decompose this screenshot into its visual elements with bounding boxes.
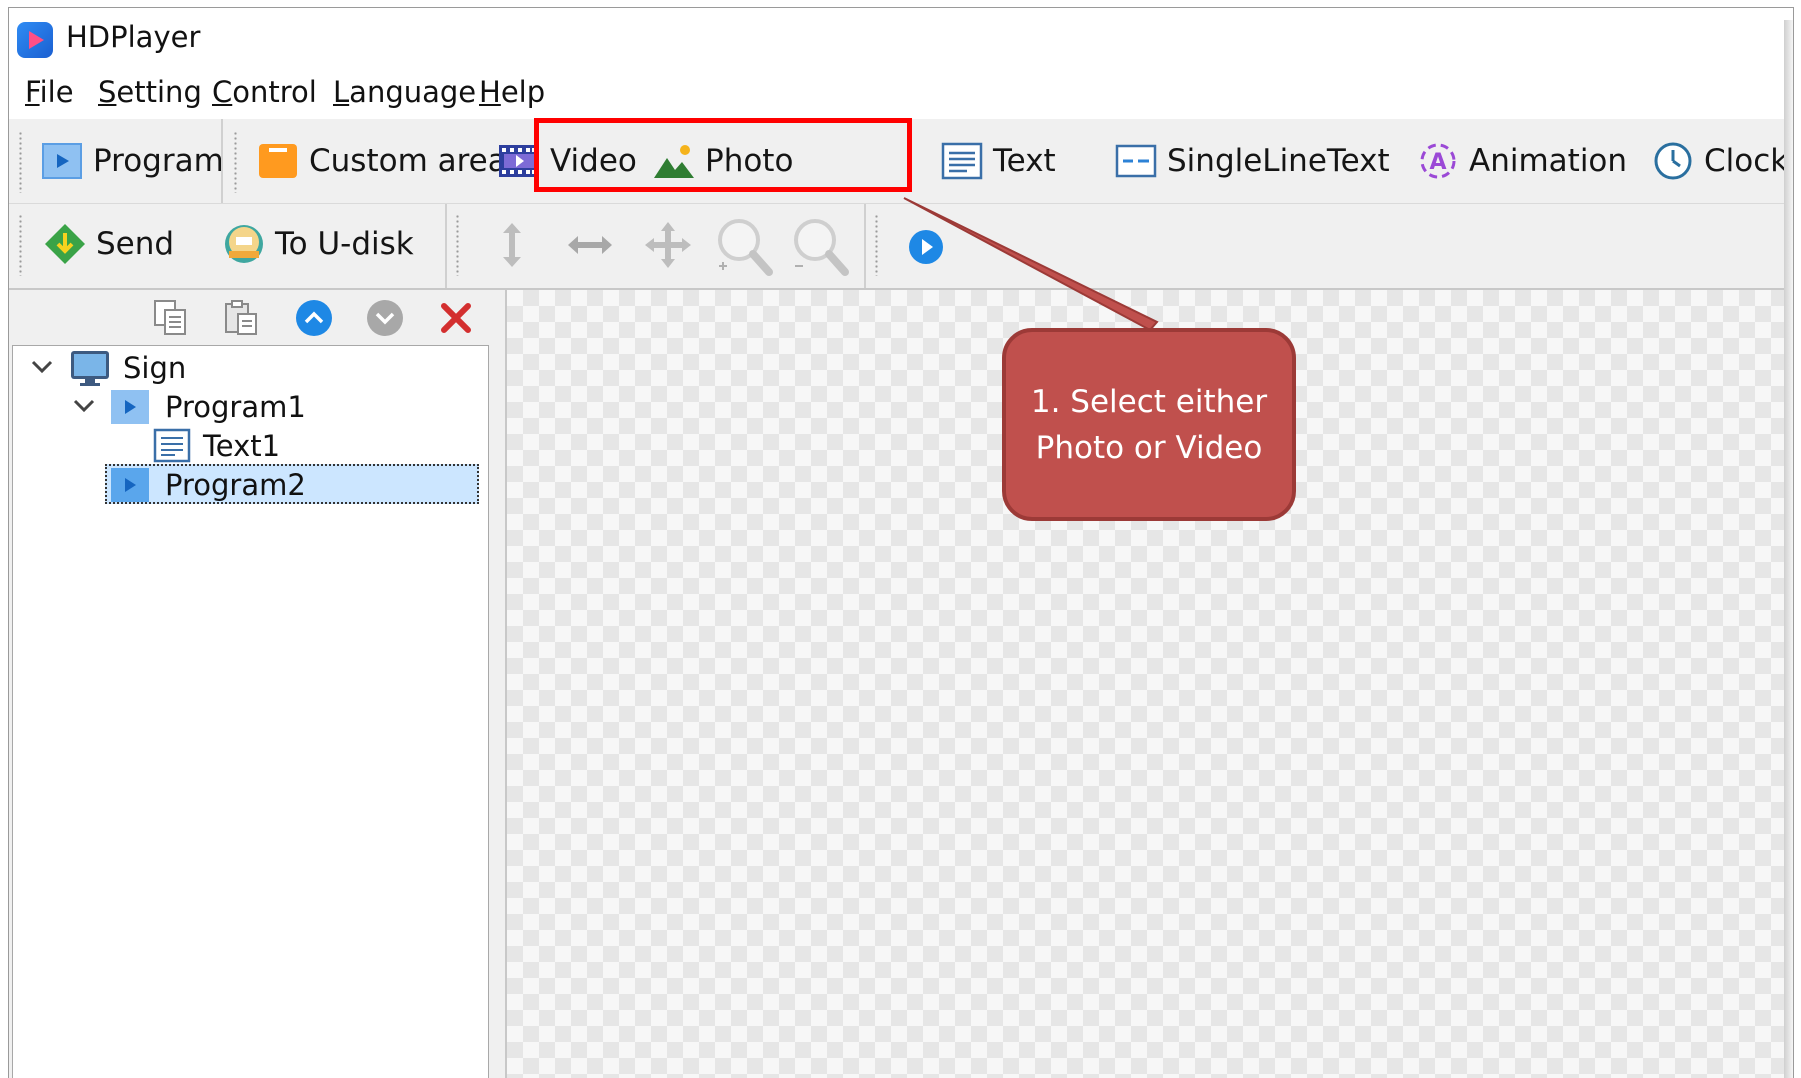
hdplayer-app-icon <box>17 22 53 58</box>
text-icon <box>153 427 191 465</box>
resize-horizontal-icon[interactable] <box>565 224 615 266</box>
panel-splitter[interactable] <box>489 290 505 1078</box>
send-label: Send <box>96 226 175 262</box>
zoom-out-icon[interactable] <box>789 216 851 278</box>
zoom-in-icon[interactable] <box>713 216 775 278</box>
tree-item-text1[interactable]: Text1 <box>153 424 280 468</box>
toolbar-grip[interactable] <box>455 214 460 276</box>
tree-item-label: Program1 <box>165 390 306 424</box>
text-button[interactable]: Text <box>941 131 1056 191</box>
menu-control[interactable]: Control <box>212 75 317 109</box>
svg-text:A: A <box>1429 150 1446 175</box>
animation-icon: A <box>1417 140 1459 182</box>
tree-item-program1[interactable]: Program1 <box>109 385 306 429</box>
toolbar-separator <box>445 204 447 288</box>
toolbar-grip[interactable] <box>874 214 879 276</box>
secondary-toolbar: Send To U-disk <box>9 204 1793 290</box>
clock-icon <box>1652 140 1694 182</box>
annotation-callout: 1. Select either Photo or Video <box>1002 328 1296 521</box>
callout-line-1: 1. Select either <box>1030 383 1268 420</box>
single-line-text-icon <box>1115 140 1157 182</box>
program-icon <box>41 140 83 182</box>
title-bar: HDPlayer <box>9 8 1793 68</box>
custom-area-label: Custom area <box>309 143 507 179</box>
to-u-disk-label: To U-disk <box>275 226 414 262</box>
move-up-icon[interactable] <box>294 298 334 338</box>
u-disk-icon <box>223 223 265 265</box>
tree-toolbar <box>9 290 489 345</box>
callout-line-2: Photo or Video <box>1035 429 1263 466</box>
window-title: HDPlayer <box>66 20 201 54</box>
move-down-icon[interactable] <box>365 298 405 338</box>
clock-button[interactable]: Clock <box>1652 131 1788 191</box>
custom-area-icon <box>257 140 299 182</box>
menu-file[interactable]: File <box>25 75 74 109</box>
program-tree: Sign Program1 Text1 Program2 <box>12 345 489 1078</box>
program-label: Program <box>93 143 224 179</box>
tree-item-label: Sign <box>123 351 187 385</box>
copy-icon[interactable] <box>151 298 191 338</box>
annotation-highlight-box <box>534 118 912 192</box>
send-icon <box>44 223 86 265</box>
program-button[interactable]: Program <box>41 131 224 191</box>
resize-vertical-icon[interactable] <box>491 220 533 270</box>
to-u-disk-button[interactable]: To U-disk <box>223 214 414 274</box>
toolbar-grip[interactable] <box>18 131 23 193</box>
toolbar-grip[interactable] <box>233 131 238 193</box>
animation-button[interactable]: A Animation <box>1417 131 1627 191</box>
program-icon <box>109 464 151 506</box>
tree-item-sign[interactable]: Sign <box>69 346 186 390</box>
menu-setting[interactable]: Setting <box>98 75 202 109</box>
chevron-down-icon[interactable] <box>27 352 57 382</box>
tree-item-program2[interactable]: Program2 <box>109 463 306 507</box>
custom-area-button[interactable]: Custom area <box>257 131 507 191</box>
tree-item-label: Program2 <box>165 468 306 502</box>
clock-label: Clock <box>1704 143 1789 179</box>
menu-help[interactable]: Help <box>479 75 545 109</box>
monitor-icon <box>69 347 111 389</box>
single-line-text-button[interactable]: SingleLineText <box>1115 131 1390 191</box>
chevron-down-icon[interactable] <box>69 391 99 421</box>
text-icon <box>941 140 983 182</box>
toolbar-separator <box>864 204 866 288</box>
single-line-text-label: SingleLineText <box>1167 143 1390 179</box>
menu-bar: File Setting Control Language Help <box>9 68 1793 119</box>
program-icon <box>109 386 151 428</box>
move-icon[interactable] <box>643 220 693 270</box>
send-button[interactable]: Send <box>44 214 174 274</box>
animation-label: Animation <box>1469 143 1628 179</box>
toolbar-grip[interactable] <box>18 214 23 276</box>
menu-language[interactable]: Language <box>333 75 476 109</box>
window-shadow <box>1784 20 1793 1078</box>
paste-icon[interactable] <box>222 298 262 338</box>
text-label: Text <box>993 143 1056 179</box>
tree-item-label: Text1 <box>203 429 281 463</box>
toolbar-separator <box>221 119 223 203</box>
play-icon[interactable] <box>907 228 945 266</box>
delete-icon[interactable] <box>436 298 476 338</box>
